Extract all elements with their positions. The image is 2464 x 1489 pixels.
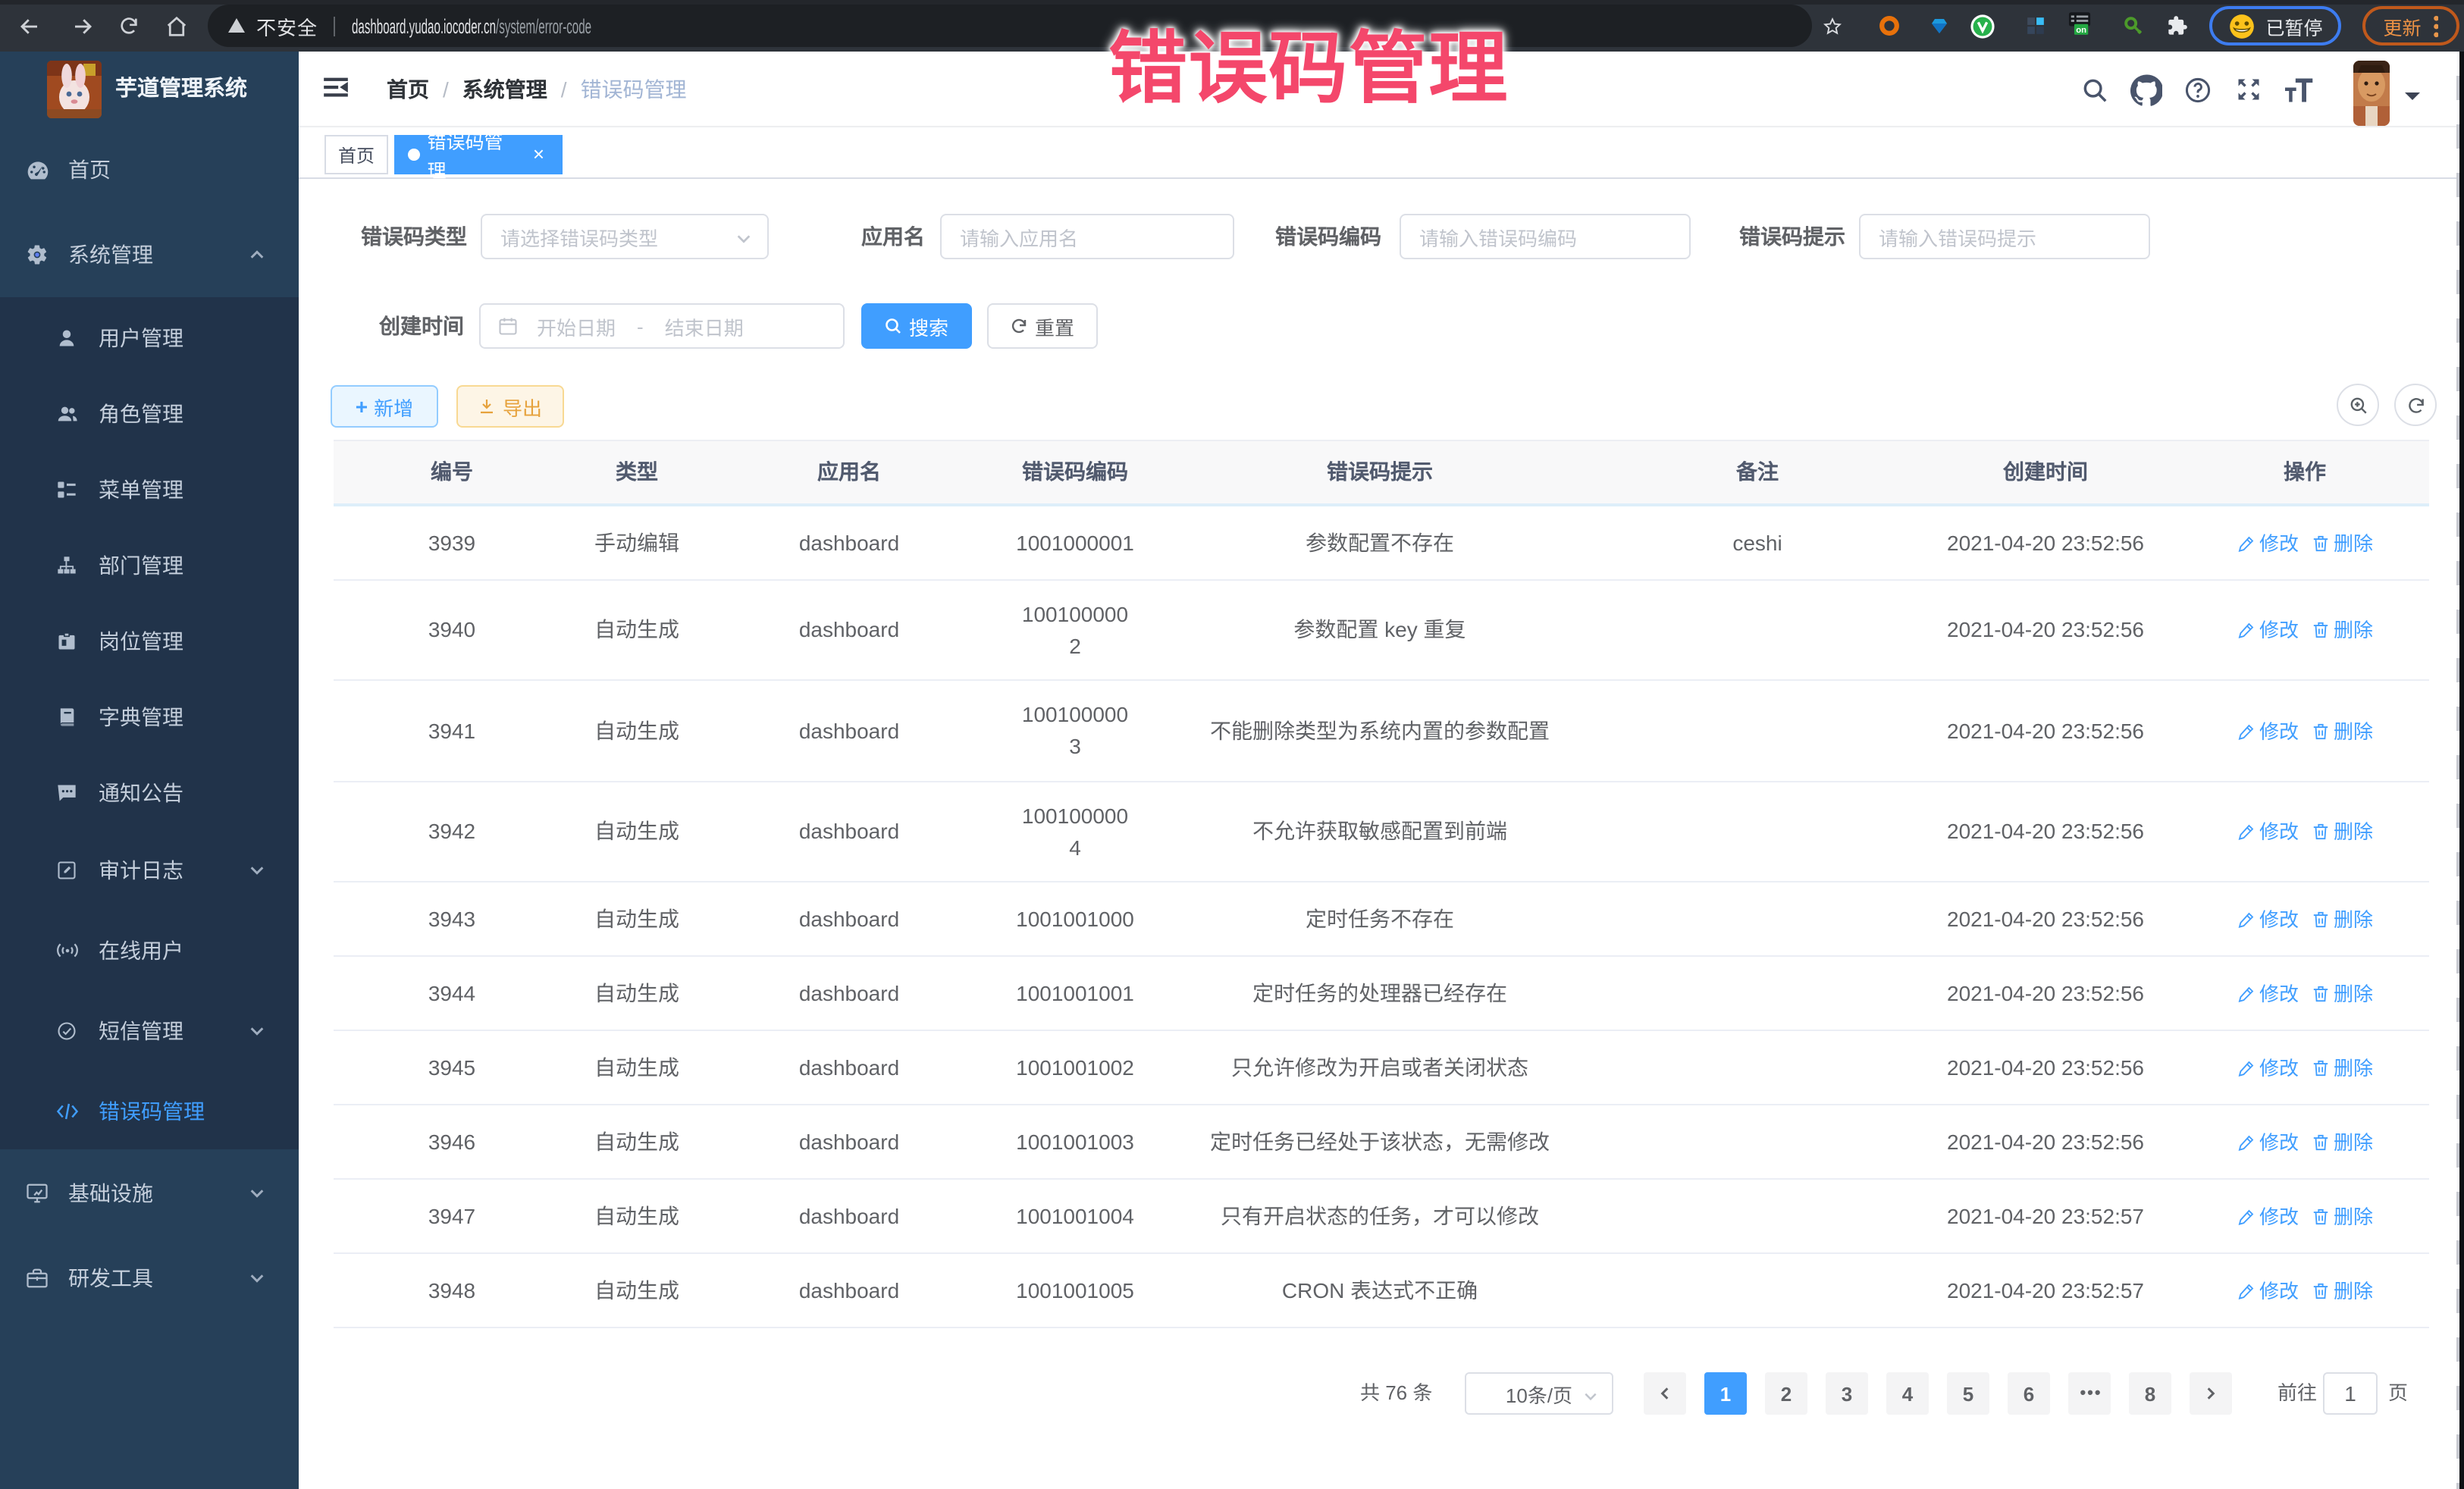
svg-text:on: on <box>2076 25 2086 34</box>
